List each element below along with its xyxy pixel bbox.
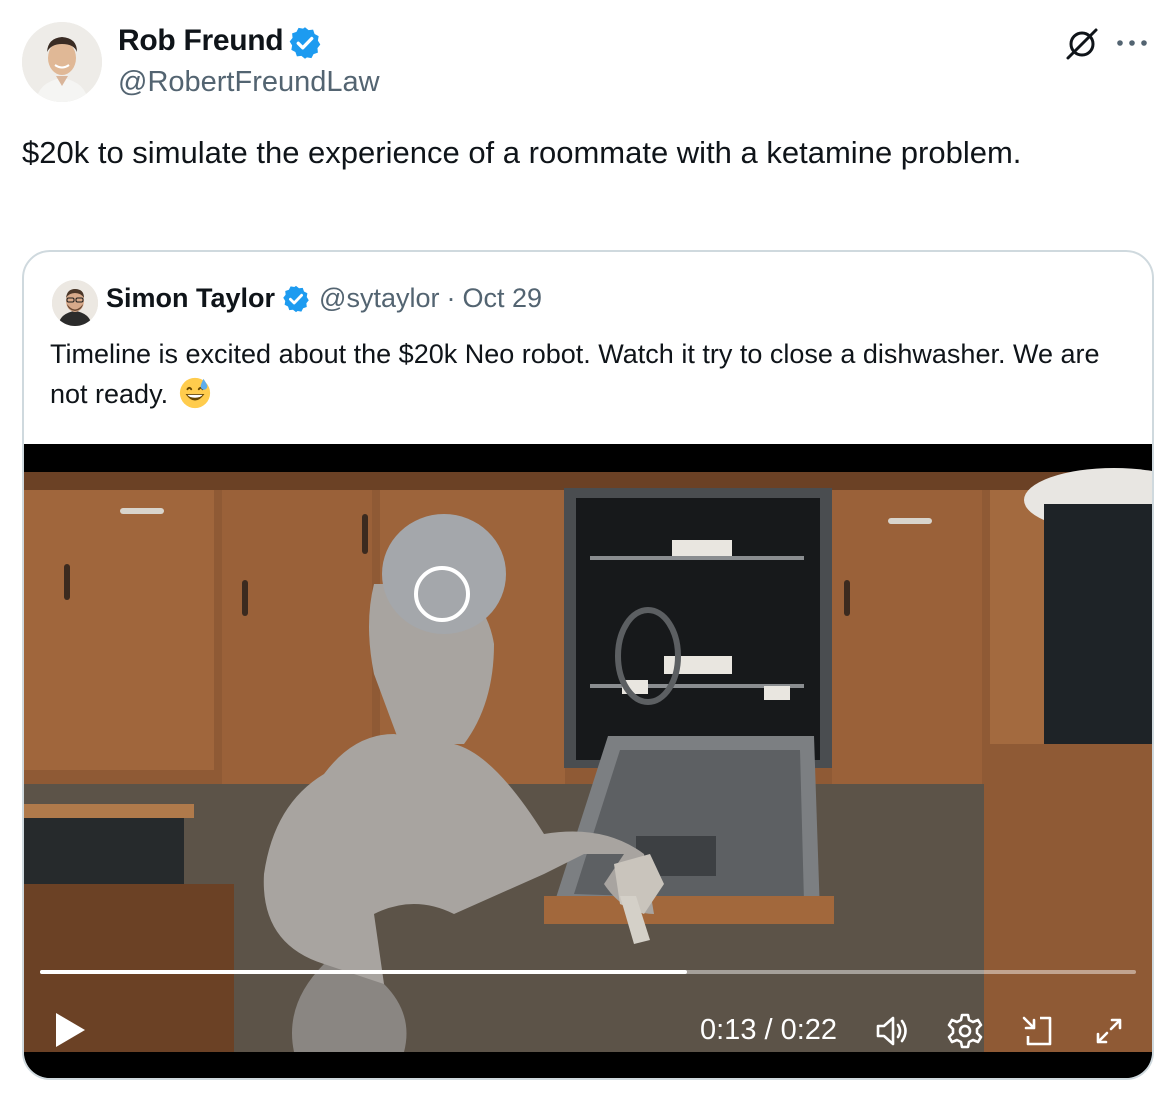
more-icon[interactable] [1114,28,1150,58]
author-handle[interactable]: @RobertFreundLaw [118,66,380,99]
play-icon[interactable] [52,1010,88,1050]
quoted-date[interactable]: Oct 29 [462,283,542,314]
video-time: 0:13 / 0:22 [700,1014,838,1046]
quoted-verified-badge-icon [283,285,309,312]
verified-badge-icon [289,27,321,59]
video-scrubber[interactable] [40,970,1136,974]
quoted-text-block: Timeline is excited about the $20k Neo r… [50,334,1110,414]
grok-icon[interactable] [1062,24,1102,64]
meta-separator: · [446,283,456,313]
quoted-author-avatar[interactable] [52,280,98,326]
video-player[interactable]: 0:13 / 0:22 [24,444,1152,1078]
volume-icon[interactable] [874,1012,912,1050]
quoted-header: Simon Taylor @sytaylor · Oct 29 [106,283,542,314]
quoted-tweet[interactable]: Simon Taylor @sytaylor · Oct 29 Timeline… [22,250,1154,1080]
quoted-author-handle[interactable]: @sytaylor [319,283,439,314]
video-progress-fill [40,970,687,974]
settings-icon[interactable] [946,1012,984,1050]
avatar-photo [22,22,102,102]
video-frame [24,444,1152,1078]
author-name[interactable]: Rob Freund [118,24,284,58]
tweet: Rob Freund @RobertFreundLaw $20k to simu… [0,0,1170,1098]
quoted-avatar-photo [52,280,98,326]
pip-icon[interactable] [1018,1012,1056,1050]
fullscreen-icon[interactable] [1090,1012,1128,1050]
tweet-text: $20k to simulate the experience of a roo… [22,135,1022,170]
author-avatar[interactable] [22,22,102,102]
quoted-author-name[interactable]: Simon Taylor [106,283,275,314]
grinning-face-with-sweat-emoji [179,377,210,409]
